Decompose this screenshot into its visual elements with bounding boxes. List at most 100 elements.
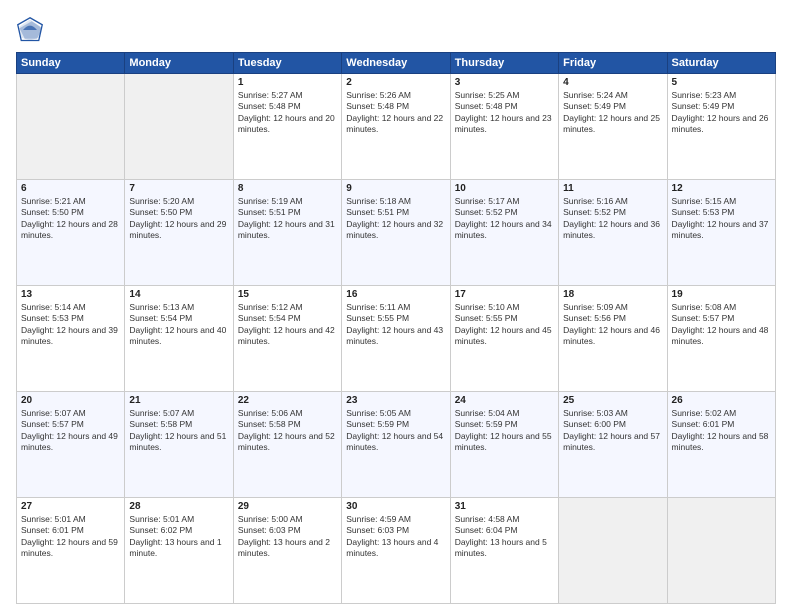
- weekday-header-cell: Sunday: [17, 53, 125, 74]
- calendar-day-cell: 9 Sunrise: 5:18 AM Sunset: 5:51 PM Daylig…: [342, 180, 450, 286]
- day-info: Sunrise: 5:02 AM Sunset: 6:01 PM Dayligh…: [672, 408, 771, 454]
- day-number: 2: [346, 77, 445, 88]
- day-number: 23: [346, 395, 445, 406]
- calendar-day-cell: 17 Sunrise: 5:10 AM Sunset: 5:55 PM Dayli…: [450, 286, 558, 392]
- header: [16, 16, 776, 44]
- day-info: Sunrise: 5:24 AM Sunset: 5:49 PM Dayligh…: [563, 90, 662, 136]
- day-info: Sunrise: 5:19 AM Sunset: 5:51 PM Dayligh…: [238, 196, 337, 242]
- calendar-day-cell: 6 Sunrise: 5:21 AM Sunset: 5:50 PM Daylig…: [17, 180, 125, 286]
- weekday-header-cell: Monday: [125, 53, 233, 74]
- day-info: Sunrise: 5:08 AM Sunset: 5:57 PM Dayligh…: [672, 302, 771, 348]
- calendar-day-cell: 18 Sunrise: 5:09 AM Sunset: 5:56 PM Dayli…: [559, 286, 667, 392]
- calendar-day-cell: 25Sunrise: 5:03 AM Sunset: 6:00 PM Dayli…: [559, 392, 667, 498]
- day-number: 21: [129, 395, 228, 406]
- calendar-day-cell: 15 Sunrise: 5:12 AM Sunset: 5:54 PM Dayli…: [233, 286, 341, 392]
- day-number: 1: [238, 77, 337, 88]
- day-number: 5: [672, 77, 771, 88]
- calendar-day-cell: 24Sunrise: 5:04 AM Sunset: 5:59 PM Dayli…: [450, 392, 558, 498]
- calendar-day-cell: 31 Sunrise: 4:58 AM Sunset: 6:04 PM Dayli…: [450, 498, 558, 604]
- calendar-day-cell: [17, 74, 125, 180]
- weekday-header-cell: Thursday: [450, 53, 558, 74]
- calendar-day-cell: 21 Sunrise: 5:07 AM Sunset: 5:58 PM Dayli…: [125, 392, 233, 498]
- calendar-day-cell: 20 Sunrise: 5:07 AM Sunset: 5:57 PM Dayli…: [17, 392, 125, 498]
- calendar-day-cell: 23Sunrise: 5:05 AM Sunset: 5:59 PM Dayli…: [342, 392, 450, 498]
- calendar-day-cell: 29 Sunrise: 5:00 AM Sunset: 6:03 PM Dayli…: [233, 498, 341, 604]
- day-number: 31: [455, 501, 554, 512]
- day-number: 15: [238, 289, 337, 300]
- day-info: Sunrise: 5:12 AM Sunset: 5:54 PM Dayligh…: [238, 302, 337, 348]
- day-info: Sunrise: 5:04 AM Sunset: 5:59 PM Dayligh…: [455, 408, 554, 454]
- calendar-day-cell: 2 Sunrise: 5:26 AM Sunset: 5:48 PM Daylig…: [342, 74, 450, 180]
- calendar-day-cell: 1 Sunrise: 5:27 AM Sunset: 5:48 PM Daylig…: [233, 74, 341, 180]
- day-info: Sunrise: 5:00 AM Sunset: 6:03 PM Dayligh…: [238, 514, 337, 560]
- calendar-week-row: 13Sunrise: 5:14 AM Sunset: 5:53 PM Dayli…: [17, 286, 776, 392]
- calendar-day-cell: 5 Sunrise: 5:23 AM Sunset: 5:49 PM Daylig…: [667, 74, 775, 180]
- day-info: Sunrise: 5:06 AM Sunset: 5:58 PM Dayligh…: [238, 408, 337, 454]
- day-number: 16: [346, 289, 445, 300]
- day-number: 10: [455, 183, 554, 194]
- day-number: 28: [129, 501, 228, 512]
- calendar-body: 1 Sunrise: 5:27 AM Sunset: 5:48 PM Daylig…: [17, 74, 776, 604]
- day-number: 22: [238, 395, 337, 406]
- calendar-table: SundayMondayTuesdayWednesdayThursdayFrid…: [16, 52, 776, 604]
- day-number: 29: [238, 501, 337, 512]
- day-number: 26: [672, 395, 771, 406]
- day-number: 14: [129, 289, 228, 300]
- day-info: Sunrise: 5:07 AM Sunset: 5:57 PM Dayligh…: [21, 408, 120, 454]
- day-number: 25: [563, 395, 662, 406]
- weekday-header-cell: Tuesday: [233, 53, 341, 74]
- day-info: Sunrise: 5:14 AM Sunset: 5:53 PM Dayligh…: [21, 302, 120, 348]
- weekday-header-row: SundayMondayTuesdayWednesdayThursdayFrid…: [17, 53, 776, 74]
- day-info: Sunrise: 5:23 AM Sunset: 5:49 PM Dayligh…: [672, 90, 771, 136]
- day-number: 3: [455, 77, 554, 88]
- calendar-day-cell: 26 Sunrise: 5:02 AM Sunset: 6:01 PM Dayli…: [667, 392, 775, 498]
- day-number: 20: [21, 395, 120, 406]
- day-info: Sunrise: 5:21 AM Sunset: 5:50 PM Dayligh…: [21, 196, 120, 242]
- calendar-day-cell: 13Sunrise: 5:14 AM Sunset: 5:53 PM Dayli…: [17, 286, 125, 392]
- day-info: Sunrise: 5:10 AM Sunset: 5:55 PM Dayligh…: [455, 302, 554, 348]
- calendar-week-row: 27 Sunrise: 5:01 AM Sunset: 6:01 PM Dayli…: [17, 498, 776, 604]
- calendar-day-cell: 30 Sunrise: 4:59 AM Sunset: 6:03 PM Dayli…: [342, 498, 450, 604]
- calendar-day-cell: [667, 498, 775, 604]
- day-info: Sunrise: 4:59 AM Sunset: 6:03 PM Dayligh…: [346, 514, 445, 560]
- calendar-week-row: 20 Sunrise: 5:07 AM Sunset: 5:57 PM Dayli…: [17, 392, 776, 498]
- day-number: 11: [563, 183, 662, 194]
- day-number: 9: [346, 183, 445, 194]
- day-number: 17: [455, 289, 554, 300]
- calendar-day-cell: 8Sunrise: 5:19 AM Sunset: 5:51 PM Daylig…: [233, 180, 341, 286]
- calendar-week-row: 1 Sunrise: 5:27 AM Sunset: 5:48 PM Daylig…: [17, 74, 776, 180]
- day-number: 7: [129, 183, 228, 194]
- day-info: Sunrise: 5:01 AM Sunset: 6:01 PM Dayligh…: [21, 514, 120, 560]
- day-info: Sunrise: 5:15 AM Sunset: 5:53 PM Dayligh…: [672, 196, 771, 242]
- day-number: 19: [672, 289, 771, 300]
- calendar-day-cell: [559, 498, 667, 604]
- day-number: 27: [21, 501, 120, 512]
- calendar-day-cell: 3 Sunrise: 5:25 AM Sunset: 5:48 PM Daylig…: [450, 74, 558, 180]
- calendar-day-cell: 27 Sunrise: 5:01 AM Sunset: 6:01 PM Dayli…: [17, 498, 125, 604]
- calendar-day-cell: 10Sunrise: 5:17 AM Sunset: 5:52 PM Dayli…: [450, 180, 558, 286]
- day-number: 4: [563, 77, 662, 88]
- page: SundayMondayTuesdayWednesdayThursdayFrid…: [0, 0, 792, 612]
- day-info: Sunrise: 4:58 AM Sunset: 6:04 PM Dayligh…: [455, 514, 554, 560]
- day-info: Sunrise: 5:16 AM Sunset: 5:52 PM Dayligh…: [563, 196, 662, 242]
- day-info: Sunrise: 5:07 AM Sunset: 5:58 PM Dayligh…: [129, 408, 228, 454]
- calendar-day-cell: 28Sunrise: 5:01 AM Sunset: 6:02 PM Dayli…: [125, 498, 233, 604]
- calendar-week-row: 6 Sunrise: 5:21 AM Sunset: 5:50 PM Daylig…: [17, 180, 776, 286]
- day-info: Sunrise: 5:20 AM Sunset: 5:50 PM Dayligh…: [129, 196, 228, 242]
- calendar-day-cell: 16Sunrise: 5:11 AM Sunset: 5:55 PM Dayli…: [342, 286, 450, 392]
- day-number: 6: [21, 183, 120, 194]
- calendar-day-cell: [125, 74, 233, 180]
- calendar-day-cell: 7 Sunrise: 5:20 AM Sunset: 5:50 PM Daylig…: [125, 180, 233, 286]
- day-number: 30: [346, 501, 445, 512]
- calendar-day-cell: 12Sunrise: 5:15 AM Sunset: 5:53 PM Dayli…: [667, 180, 775, 286]
- weekday-header-cell: Friday: [559, 53, 667, 74]
- day-info: Sunrise: 5:09 AM Sunset: 5:56 PM Dayligh…: [563, 302, 662, 348]
- day-info: Sunrise: 5:27 AM Sunset: 5:48 PM Dayligh…: [238, 90, 337, 136]
- day-info: Sunrise: 5:18 AM Sunset: 5:51 PM Dayligh…: [346, 196, 445, 242]
- weekday-header-cell: Wednesday: [342, 53, 450, 74]
- day-info: Sunrise: 5:26 AM Sunset: 5:48 PM Dayligh…: [346, 90, 445, 136]
- calendar-day-cell: 14Sunrise: 5:13 AM Sunset: 5:54 PM Dayli…: [125, 286, 233, 392]
- day-number: 18: [563, 289, 662, 300]
- day-info: Sunrise: 5:25 AM Sunset: 5:48 PM Dayligh…: [455, 90, 554, 136]
- calendar-day-cell: 19 Sunrise: 5:08 AM Sunset: 5:57 PM Dayli…: [667, 286, 775, 392]
